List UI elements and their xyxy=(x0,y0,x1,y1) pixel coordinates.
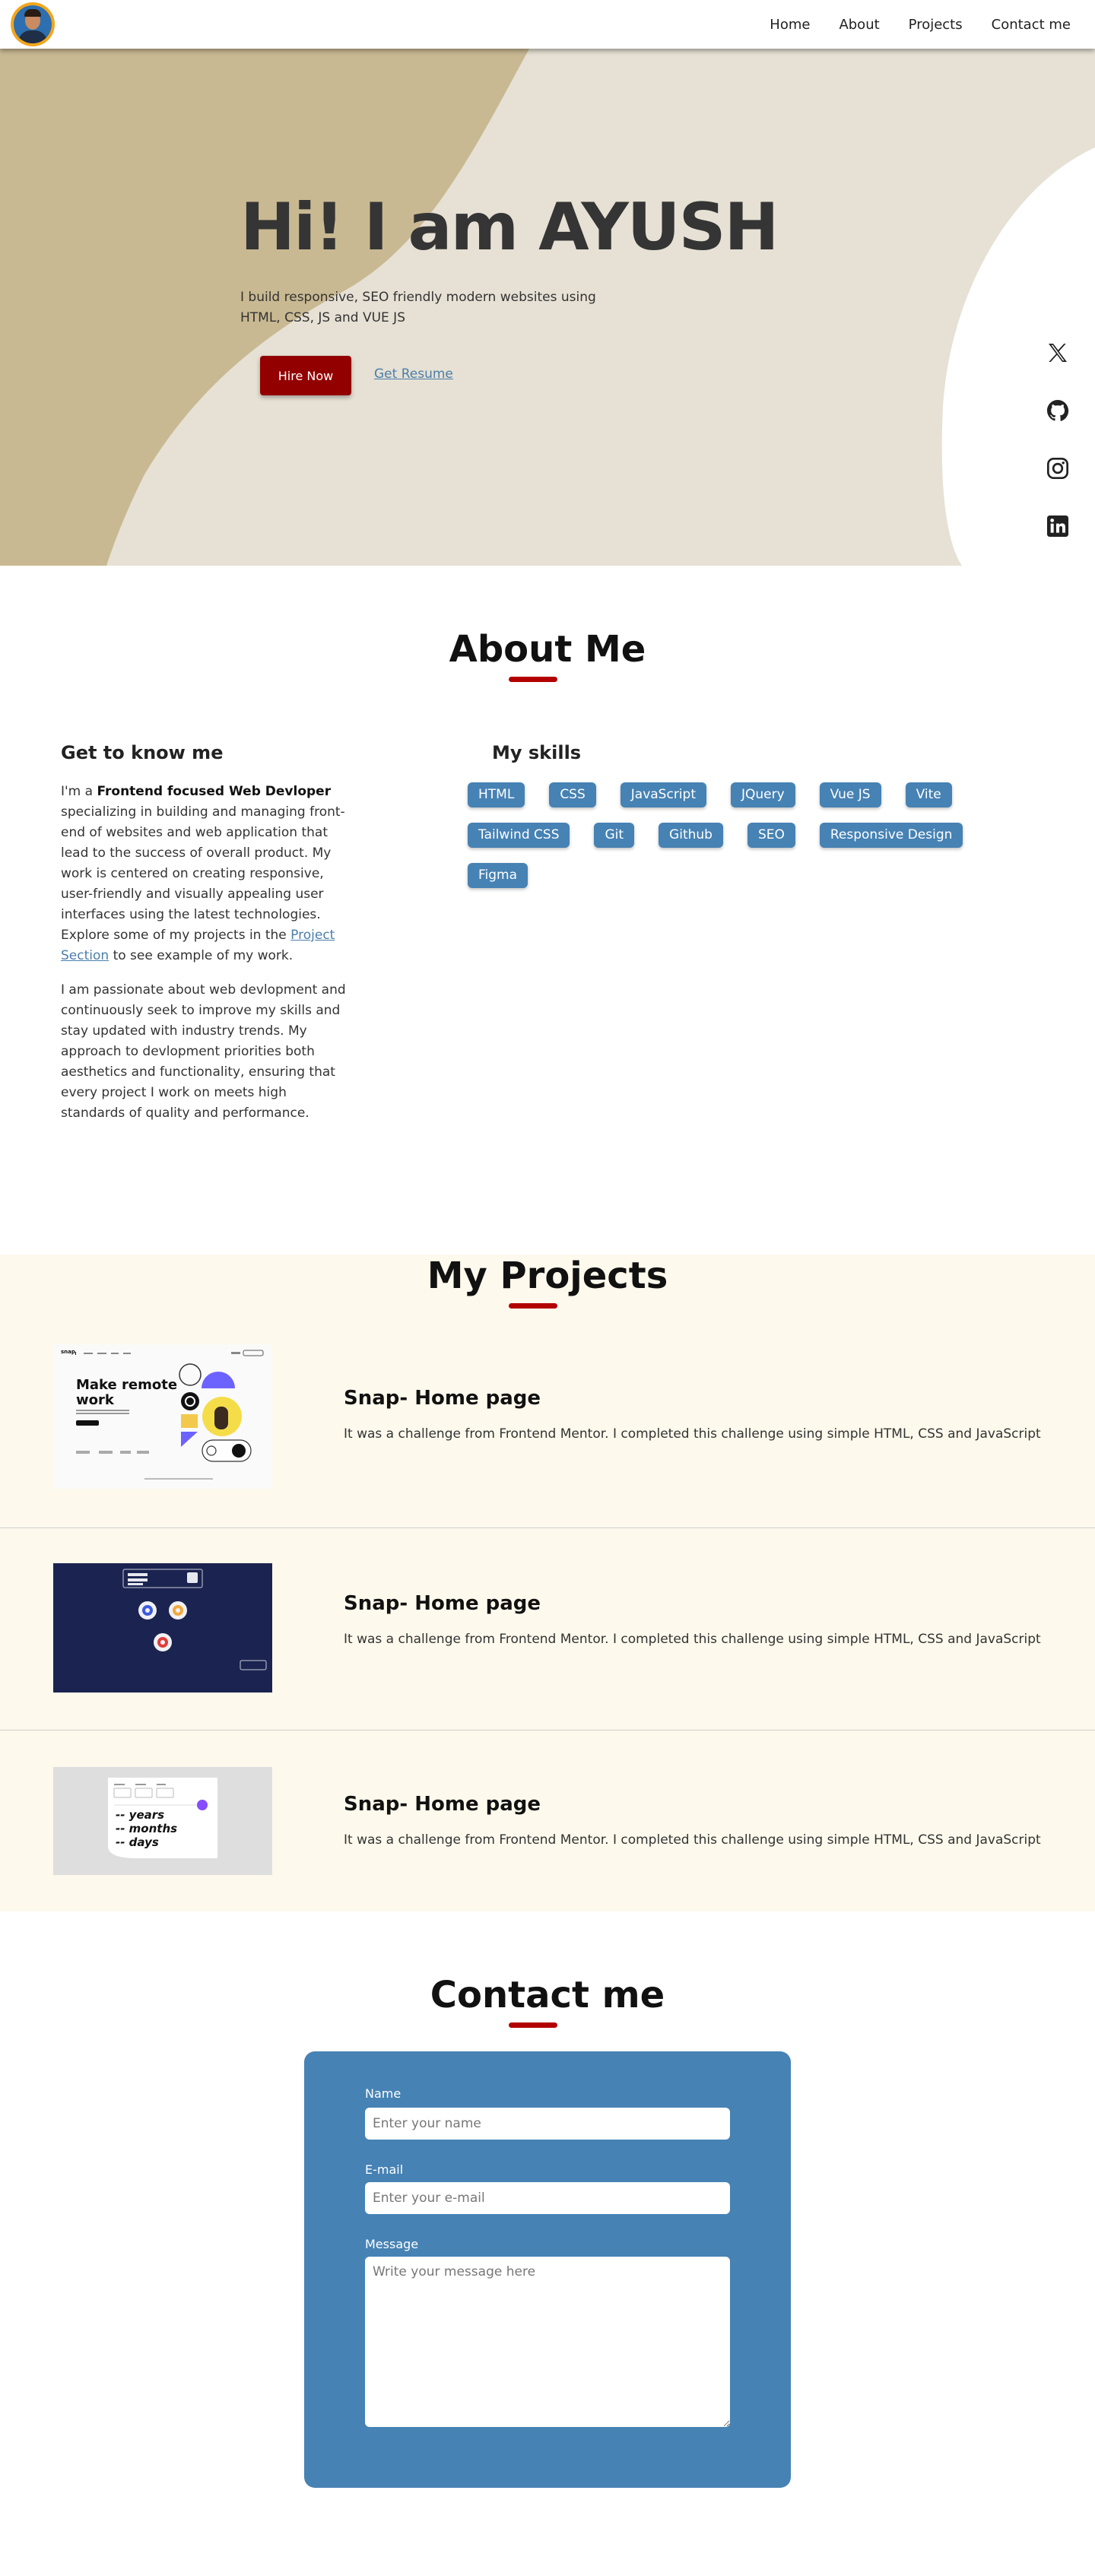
nav-links: Home About Projects Contact me xyxy=(770,17,1071,33)
skill-badge: Figma xyxy=(468,863,528,888)
hero-section: Hi! I am AYUSH I build responsive, SEO f… xyxy=(0,49,1095,566)
hero-subtitle: I build responsive, SEO friendly modern … xyxy=(240,290,596,325)
about-title-underline xyxy=(509,677,557,682)
about-paragraph-1: I'm a Frontend focused Web Devloper spec… xyxy=(61,784,345,963)
about-paragraph-2: I am passionate about web devlopment and… xyxy=(61,982,346,1121)
project-thumbnail[interactable]: -- years -- months -- days xyxy=(53,1767,272,1875)
skill-badge: Responsive Design xyxy=(819,823,963,848)
email-label: E-mail xyxy=(365,2162,404,2177)
skill-badge: Git xyxy=(594,823,635,848)
projects-title-underline xyxy=(509,1303,557,1309)
project-title: Snap- Home page xyxy=(344,1592,541,1615)
skills-heading: My skills xyxy=(492,742,582,763)
project-thumbnail[interactable]: Make remote work snap xyxy=(53,1344,272,1489)
skill-badge: Vite xyxy=(905,782,952,807)
about-heading: Get to know me xyxy=(61,742,224,763)
about-role: Frontend focused Web Devloper xyxy=(97,784,332,799)
nav-link-projects[interactable]: Projects xyxy=(909,17,963,33)
project-thumbnail[interactable] xyxy=(53,1563,272,1692)
message-label: Message xyxy=(365,2237,419,2251)
contact-form: Name E-mail Message xyxy=(304,2051,791,2488)
instagram-icon[interactable] xyxy=(1046,456,1070,481)
project-card[interactable]: Make remote work snap Snap- Home page It… xyxy=(0,1331,1095,1528)
skill-badge: JQuery xyxy=(730,782,795,807)
skill-badge: Vue JS xyxy=(819,782,881,807)
skill-badge: SEO xyxy=(747,823,795,848)
avatar[interactable] xyxy=(11,2,55,46)
hire-now-button[interactable]: Hire Now xyxy=(260,356,351,395)
project-description: It was a challenge from Frontend Mentor.… xyxy=(344,1632,1041,1647)
nav-link-about[interactable]: About xyxy=(839,17,879,33)
name-input[interactable] xyxy=(365,2108,730,2140)
dashboard-screenshot xyxy=(53,1563,272,1692)
skill-badge: Github xyxy=(659,823,723,848)
email-input[interactable] xyxy=(365,2182,730,2214)
skill-badge: Tailwind CSS xyxy=(468,823,570,848)
avatar-photo xyxy=(14,5,52,43)
x-icon[interactable] xyxy=(1046,341,1070,365)
about-text: Get to know me I'm a Frontend focused We… xyxy=(61,742,350,1137)
projects-title: My Projects xyxy=(427,1255,668,1297)
project-description: It was a challenge from Frontend Mentor.… xyxy=(344,1832,1041,1848)
skills-list: HTML CSS JavaScript JQuery Vue JS Vite T… xyxy=(468,782,1015,888)
top-navbar: Home About Projects Contact me xyxy=(0,0,1095,49)
snap-logo: snap xyxy=(61,1349,75,1355)
project-card[interactable]: -- years -- months -- days Snap- Home pa… xyxy=(0,1731,1095,1911)
snap-headline: Make remote work xyxy=(76,1377,178,1408)
skill-badge: JavaScript xyxy=(620,782,706,807)
message-textarea[interactable] xyxy=(365,2257,730,2427)
nav-link-home[interactable]: Home xyxy=(770,17,810,33)
snap-screenshot xyxy=(53,1344,272,1489)
get-resume-link[interactable]: Get Resume xyxy=(374,366,453,382)
github-icon[interactable] xyxy=(1046,398,1070,423)
name-label: Name xyxy=(365,2086,402,2101)
project-description: It was a challenge from Frontend Mentor.… xyxy=(344,1426,1041,1442)
project-title: Snap- Home page xyxy=(344,1387,541,1410)
skill-badge: CSS xyxy=(549,782,596,807)
age-results: -- years -- months -- days xyxy=(116,1808,178,1849)
project-title: Snap- Home page xyxy=(344,1793,541,1816)
nav-link-contact[interactable]: Contact me xyxy=(992,17,1071,33)
skill-badge: HTML xyxy=(468,782,525,807)
about-title: About Me xyxy=(449,628,646,671)
contact-title: Contact me xyxy=(430,1974,665,2016)
contact-title-underline xyxy=(509,2022,557,2028)
project-card[interactable]: Snap- Home page It was a challenge from … xyxy=(0,1528,1095,1731)
social-links xyxy=(1046,341,1070,538)
linkedin-icon[interactable] xyxy=(1046,514,1070,538)
hero-title: Hi! I am AYUSH xyxy=(240,189,779,265)
